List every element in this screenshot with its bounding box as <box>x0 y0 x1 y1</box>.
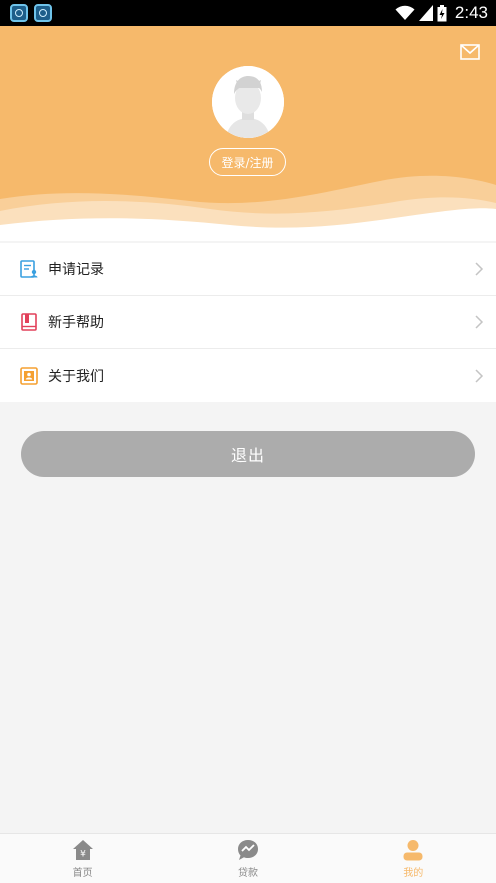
bottom-tab-bar: ¥ 首页 贷款 我的 <box>0 833 496 883</box>
wifi-icon <box>395 5 415 20</box>
status-bar: 2:43 <box>0 0 496 26</box>
default-avatar-icon <box>212 66 284 138</box>
loan-chat-icon <box>237 839 258 860</box>
avatar[interactable] <box>212 66 284 138</box>
profile-icon <box>403 839 423 860</box>
chevron-right-icon <box>475 262 484 276</box>
signal-icon <box>418 5 433 21</box>
header-wave-decoration <box>0 175 496 241</box>
menu-list: 申请记录 新手帮助 关于我们 <box>0 243 496 402</box>
chevron-right-icon <box>475 315 484 329</box>
profile-header: 登录/注册 <box>0 26 496 241</box>
chevron-right-icon <box>475 368 484 383</box>
tab-home[interactable]: ¥ 首页 <box>0 834 165 883</box>
clock: 2:43 <box>454 3 488 22</box>
tab-label: 首页 <box>72 867 93 879</box>
tab-label: 我的 <box>403 867 424 879</box>
menu-item-beginner-help[interactable]: 新手帮助 <box>0 296 496 349</box>
help-book-icon <box>21 313 37 331</box>
tab-label: 贷款 <box>237 867 258 879</box>
app-notification-icon <box>10 4 28 22</box>
battery-icon <box>437 4 447 21</box>
logout-button[interactable]: 退出 <box>21 431 475 477</box>
app-notification-icon <box>34 4 52 22</box>
about-contact-icon <box>20 366 38 385</box>
notification-icons <box>10 4 52 22</box>
tab-mine[interactable]: 我的 <box>331 834 496 883</box>
application-record-icon <box>20 260 38 278</box>
home-icon: ¥ <box>72 839 93 860</box>
mail-icon[interactable] <box>460 44 480 60</box>
menu-item-label: 关于我们 <box>48 368 104 385</box>
system-indicators: 2:43 <box>395 3 488 23</box>
menu-item-label: 申请记录 <box>48 262 104 278</box>
menu-item-application-record[interactable]: 申请记录 <box>0 243 496 296</box>
svg-text:¥: ¥ <box>80 849 86 859</box>
tab-loan[interactable]: 贷款 <box>165 834 330 883</box>
menu-item-label: 新手帮助 <box>48 315 104 331</box>
menu-item-about-us[interactable]: 关于我们 <box>0 349 496 402</box>
